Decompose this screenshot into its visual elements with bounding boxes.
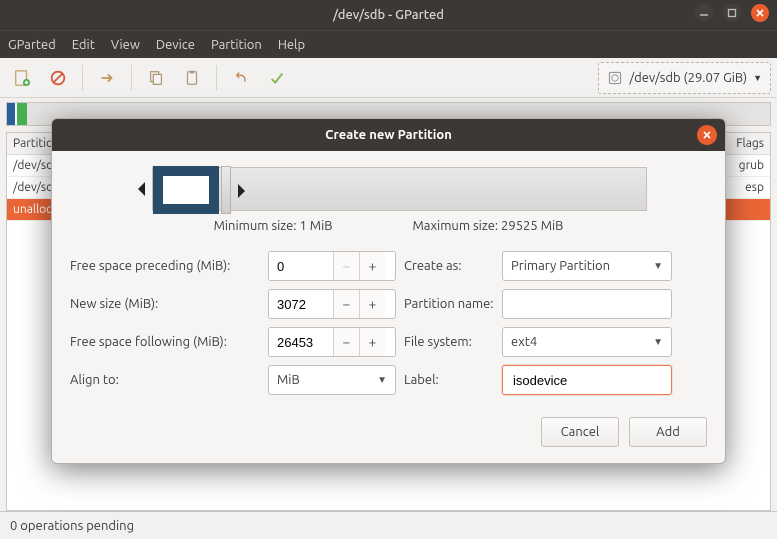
free-before-spinner[interactable]: − + — [268, 251, 396, 281]
add-button[interactable]: Add — [629, 417, 707, 447]
slider-partition-handle[interactable] — [153, 166, 219, 214]
spin-minus[interactable]: − — [333, 252, 359, 280]
spin-plus[interactable]: + — [359, 290, 385, 318]
filesystem-select[interactable]: ext4 ▼ — [502, 327, 672, 357]
label-label: Label: — [404, 373, 494, 387]
slider-right-arrow-icon[interactable] — [233, 182, 251, 200]
spin-plus[interactable]: + — [359, 252, 385, 280]
label-free-after: Free space following (MiB): — [70, 335, 260, 349]
max-size-label: Maximum size: 29525 MiB — [413, 219, 564, 233]
chevron-down-icon: ▼ — [653, 260, 663, 272]
free-after-spinner[interactable]: − + — [268, 327, 396, 357]
new-size-input[interactable] — [269, 290, 333, 318]
spin-plus[interactable]: + — [359, 328, 385, 356]
slider-knob[interactable] — [221, 166, 231, 214]
partition-slider[interactable] — [130, 165, 647, 213]
min-size-label: Minimum size: 1 MiB — [214, 219, 333, 233]
label-input[interactable] — [502, 365, 672, 395]
cancel-button[interactable]: Cancel — [541, 417, 619, 447]
label-new-size: New size (MiB): — [70, 297, 260, 311]
dialog-close-button[interactable] — [697, 125, 717, 145]
label-filesystem: File system: — [404, 335, 494, 349]
label-align: Align to: — [70, 373, 260, 387]
dialog-title: Create new Partition — [325, 128, 452, 142]
partition-name-input[interactable] — [502, 289, 672, 319]
spin-minus[interactable]: − — [333, 290, 359, 318]
create-as-select[interactable]: Primary Partition ▼ — [502, 251, 672, 281]
free-after-input[interactable] — [269, 328, 333, 356]
label-create-as: Create as: — [404, 259, 494, 273]
free-before-input[interactable] — [269, 252, 333, 280]
spin-minus[interactable]: − — [333, 328, 359, 356]
label-free-before: Free space preceding (MiB): — [70, 259, 260, 273]
new-size-spinner[interactable]: − + — [268, 289, 396, 319]
align-select[interactable]: MiB ▼ — [268, 365, 396, 395]
dialog-titlebar: Create new Partition — [52, 119, 725, 151]
create-partition-dialog: Create new Partition Minimum size: — [51, 118, 726, 464]
slider-track[interactable] — [152, 167, 647, 211]
chevron-down-icon: ▼ — [653, 336, 663, 348]
label-partition-name: Partition name: — [404, 297, 494, 311]
chevron-down-icon: ▼ — [377, 374, 387, 386]
slider-left-arrow-icon[interactable] — [132, 180, 150, 198]
